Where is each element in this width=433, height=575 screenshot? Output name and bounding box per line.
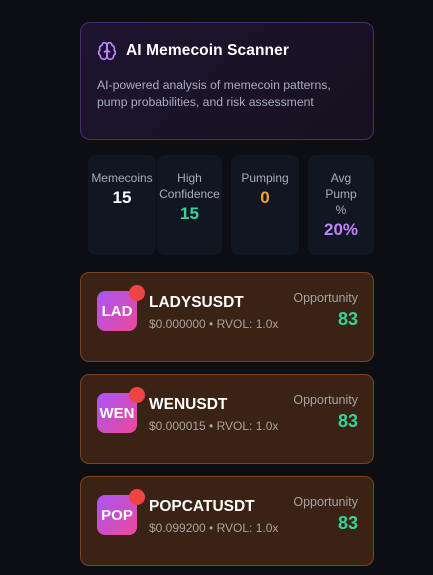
coin-card-popcatusdt[interactable]: POP POPCATUSDT $0.099200 • RVOL: 1.0x Op… — [80, 476, 374, 566]
opportunity-score: 83 — [337, 411, 358, 431]
opportunity-score: 83 — [337, 309, 358, 329]
opportunity-label: Opportunity — [293, 393, 358, 407]
coin-meta: $0.000000 • RVOL: 1.0x — [149, 317, 279, 331]
alert-dot-icon — [129, 489, 145, 505]
stat-value: 15 — [112, 188, 132, 207]
stat-avg-pump: Avg Pump % 20% — [308, 155, 374, 255]
coin-avatar: WEN — [97, 387, 145, 433]
stat-high-confidence: High Confidence 15 — [157, 155, 222, 255]
scanner-header-card: AI Memecoin Scanner AI-powered analysis … — [80, 22, 374, 140]
alert-dot-icon — [129, 285, 145, 301]
stats-row: Memecoins 15 High Confidence 15 Pumping … — [80, 155, 374, 255]
header-title-row: AI Memecoin Scanner — [97, 41, 357, 61]
brain-icon — [97, 41, 117, 61]
stat-memecoins: Memecoins 15 — [88, 155, 156, 255]
stat-value: 0 — [260, 188, 270, 207]
coin-avatar: POP — [97, 489, 145, 535]
coin-abbr: WEN — [99, 404, 135, 422]
stat-value: 15 — [180, 204, 199, 223]
stat-label: High Confidence — [159, 171, 220, 201]
coin-card-ladysusdt[interactable]: LAD LADYSUSDT $0.000000 • RVOL: 1.0x Opp… — [80, 272, 374, 362]
coin-symbol: WENUSDT — [149, 396, 228, 413]
page-title: AI Memecoin Scanner — [126, 42, 289, 59]
opportunity-label: Opportunity — [293, 495, 358, 509]
coin-symbol: LADYSUSDT — [149, 294, 244, 311]
coin-abbr: LAD — [101, 302, 133, 320]
coin-avatar: LAD — [97, 285, 145, 331]
coin-symbol: POPCATUSDT — [149, 498, 255, 515]
coin-meta: $0.000015 • RVOL: 1.0x — [149, 419, 279, 433]
stat-value: 20% — [323, 220, 359, 239]
stat-label: Pumping — [241, 171, 289, 185]
opportunity-score: 83 — [337, 513, 358, 533]
coin-card-wenusdt[interactable]: WEN WENUSDT $0.000015 • RVOL: 1.0x Oppor… — [80, 374, 374, 464]
stat-label: Avg Pump % — [325, 171, 357, 217]
alert-dot-icon — [129, 387, 145, 403]
header-description: AI-powered analysis of memecoin patterns… — [97, 78, 331, 109]
stat-pumping: Pumping 0 — [231, 155, 299, 255]
stat-label: Memecoins — [91, 171, 153, 185]
coin-abbr: POP — [101, 506, 133, 524]
opportunity-label: Opportunity — [293, 291, 358, 305]
coin-meta: $0.099200 • RVOL: 1.0x — [149, 521, 279, 535]
